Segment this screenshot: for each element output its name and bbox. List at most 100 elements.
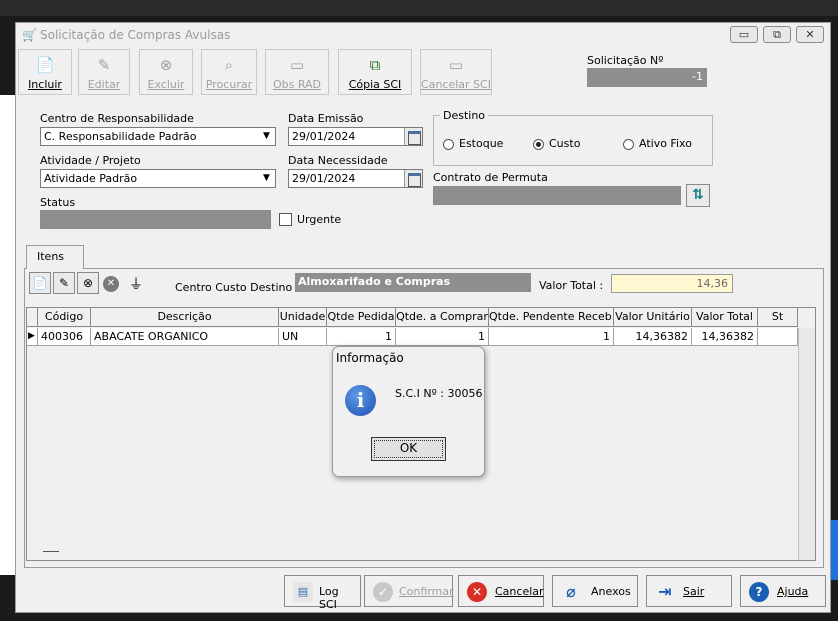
grid-indicator-header bbox=[27, 308, 38, 327]
exit-door-icon: ⇥ bbox=[658, 582, 672, 601]
incluir-button[interactable]: 📄 Incluir bbox=[18, 49, 72, 95]
excluir-label: Excluir bbox=[147, 78, 185, 91]
data-emissao-value: 29/01/2024 bbox=[292, 130, 356, 143]
dialog-title: Informação bbox=[336, 351, 404, 365]
cell-qtde-pendente[interactable]: 1 bbox=[489, 328, 614, 346]
help-icon: ? bbox=[749, 582, 769, 602]
col-valor-total[interactable]: Valor Total bbox=[692, 308, 758, 327]
anexos-button[interactable]: ⌀ Anexos bbox=[552, 575, 638, 607]
tab-itens[interactable]: Itens bbox=[26, 245, 84, 269]
copia-sci-label: Cópia SCI bbox=[348, 78, 402, 91]
status-field bbox=[40, 210, 271, 229]
data-necessidade-value: 29/01/2024 bbox=[292, 172, 356, 185]
cell-codigo[interactable]: 400306 bbox=[38, 328, 91, 346]
col-valor-unitario[interactable]: Valor Unitário bbox=[614, 308, 692, 327]
delete-item-icon[interactable]: ⊗ bbox=[77, 272, 99, 294]
status-label: Status bbox=[40, 196, 76, 209]
radio-custo[interactable] bbox=[533, 139, 544, 150]
col-qtde-comprar[interactable]: Qtde. a Comprar bbox=[396, 308, 489, 327]
grid-footer-mark bbox=[43, 551, 59, 552]
col-unidade[interactable]: Unidade bbox=[279, 308, 327, 327]
cancel-icon: ✕ bbox=[467, 582, 487, 602]
solicitacao-label: Solicitação Nº bbox=[587, 54, 664, 67]
col-qtde-pedida[interactable]: Qtde Pedida bbox=[327, 308, 396, 327]
incluir-label: Incluir bbox=[28, 78, 62, 91]
centro-label: Centro de Responsabilidade bbox=[40, 112, 194, 125]
col-descricao[interactable]: Descrição bbox=[91, 308, 279, 327]
cart-icon: 🛒 bbox=[22, 28, 37, 42]
main-window: 🛒 Solicitação de Compras Avulsas ▭ ⧉ ✕ 📄… bbox=[15, 22, 831, 613]
restore-button[interactable]: ⧉ bbox=[763, 26, 791, 43]
contrato-label: Contrato de Permuta bbox=[433, 171, 548, 184]
row-indicator-icon: ▶ bbox=[27, 328, 38, 346]
obs-rad-button[interactable]: ▭ Obs RAD bbox=[265, 49, 329, 95]
add-item-icon[interactable]: 📄 bbox=[29, 272, 51, 294]
close-button[interactable]: ✕ bbox=[796, 26, 824, 43]
data-necessidade-field[interactable]: 29/01/2024 bbox=[288, 169, 423, 188]
contrato-field bbox=[433, 186, 681, 205]
check-icon: ✓ bbox=[373, 582, 393, 602]
cancelar-label: Cancelar bbox=[495, 585, 544, 598]
editar-button[interactable]: ✎ Editar bbox=[78, 49, 130, 95]
info-icon: i bbox=[345, 385, 376, 416]
main-toolbar: 📄 Incluir ✎ Editar ⊗ Excluir ⌕ Procurar … bbox=[18, 49, 492, 95]
desktop-top-strip bbox=[0, 0, 838, 16]
chevron-down-icon[interactable]: ▼ bbox=[258, 170, 275, 187]
cancelar-sci-button[interactable]: ▭ Cancelar SCI bbox=[420, 49, 492, 95]
search-doc-icon: ⌕ bbox=[224, 56, 234, 74]
chevron-down-icon[interactable]: ▼ bbox=[258, 128, 275, 145]
valor-total-label: Valor Total : bbox=[539, 279, 604, 292]
copy-icon: ⧉ bbox=[369, 56, 381, 74]
urgente-checkbox[interactable] bbox=[279, 213, 292, 226]
minimize-button[interactable]: ▭ bbox=[730, 26, 758, 43]
cancel-monitor-icon: ▭ bbox=[448, 56, 464, 74]
cancelar-sci-label: Cancelar SCI bbox=[421, 78, 491, 91]
log-sci-label: Log SCI bbox=[319, 585, 339, 611]
filter-icon[interactable]: ⏚ bbox=[129, 274, 143, 294]
edit-item-icon[interactable]: ✎ bbox=[53, 272, 75, 294]
ok-button[interactable]: OK bbox=[371, 437, 446, 461]
centro-custo-field: Almoxarifado e Compras bbox=[295, 273, 531, 292]
calendar-icon[interactable] bbox=[404, 170, 422, 187]
cell-unidade[interactable]: UN bbox=[279, 328, 327, 346]
col-codigo[interactable]: Código bbox=[38, 308, 91, 327]
obs-rad-label: Obs RAD bbox=[272, 78, 322, 91]
paperclip-icon: ⌀ bbox=[566, 582, 576, 601]
tab-bar: Itens bbox=[24, 245, 824, 269]
calendar-icon[interactable] bbox=[404, 128, 422, 145]
atividade-select[interactable]: Atividade Padrão ▼ bbox=[40, 169, 276, 188]
radio-estoque[interactable] bbox=[443, 139, 454, 150]
excluir-button[interactable]: ⊗ Excluir bbox=[139, 49, 193, 95]
cell-qtde-pedida[interactable]: 1 bbox=[327, 328, 396, 346]
cancel-circle-icon[interactable]: ✕ bbox=[103, 276, 119, 292]
confirmar-button[interactable]: ✓ Confirmar bbox=[364, 575, 454, 607]
cell-valor-unitario[interactable]: 14,36382 bbox=[614, 328, 692, 346]
log-sci-button[interactable]: ▤ Log SCI bbox=[284, 575, 361, 611]
ajuda-button[interactable]: ? Ajuda bbox=[740, 575, 826, 607]
cell-valor-total[interactable]: 14,36382 bbox=[692, 328, 758, 346]
monitor-icon: ▭ bbox=[289, 56, 305, 74]
edit-doc-icon: ✎ bbox=[97, 56, 111, 74]
data-emissao-field[interactable]: 29/01/2024 bbox=[288, 127, 423, 146]
cell-descricao[interactable]: ABACATE ORGANICO bbox=[91, 328, 279, 346]
sair-button[interactable]: ⇥ Sair bbox=[646, 575, 732, 607]
copia-sci-button[interactable]: ⧉ Cópia SCI bbox=[338, 49, 412, 95]
cell-qtde-comprar[interactable]: 1 bbox=[396, 328, 489, 346]
urgente-label: Urgente bbox=[297, 213, 342, 226]
dialog-message: S.C.I Nº : 30056 bbox=[395, 387, 483, 400]
col-st[interactable]: St bbox=[758, 308, 798, 327]
centro-select[interactable]: C. Responsabilidade Padrão ▼ bbox=[40, 127, 276, 146]
centro-value: C. Responsabilidade Padrão bbox=[44, 130, 197, 143]
new-doc-icon: 📄 bbox=[36, 56, 55, 74]
vertical-scrollbar[interactable] bbox=[798, 328, 815, 560]
bottom-bar: ▤ Log SCI ✓ Confirmar ✕ Cancelar ⌀ Anexo… bbox=[16, 573, 830, 612]
procurar-button[interactable]: ⌕ Procurar bbox=[201, 49, 257, 95]
col-qtde-pendente[interactable]: Qtde. Pendente Receb. bbox=[489, 308, 614, 327]
cell-st[interactable] bbox=[758, 328, 798, 346]
cancelar-button[interactable]: ✕ Cancelar bbox=[458, 575, 544, 607]
destino-label: Destino bbox=[440, 109, 489, 122]
radio-ativo-fixo[interactable] bbox=[623, 139, 634, 150]
atividade-label: Atividade / Projeto bbox=[40, 154, 141, 167]
window-title: Solicitação de Compras Avulsas bbox=[40, 28, 231, 42]
swap-arrows-icon[interactable]: ⇅ bbox=[686, 184, 710, 207]
